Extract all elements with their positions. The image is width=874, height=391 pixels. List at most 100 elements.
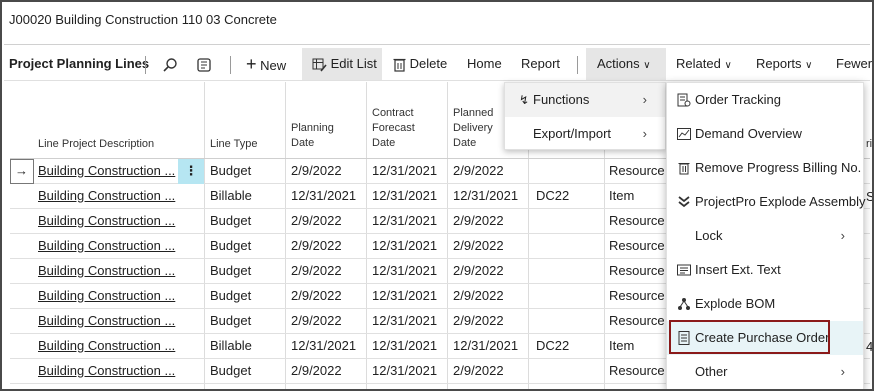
cell-planning-date: 2/9/2022 bbox=[291, 288, 342, 303]
delete-label: Delete bbox=[409, 56, 448, 71]
cell-planning-date: 2/9/2022 bbox=[291, 163, 342, 178]
cell-planning-date: 2/9/2022 bbox=[291, 213, 342, 228]
column-header-description[interactable]: Line Project Description bbox=[38, 137, 154, 152]
menu-item-functions[interactable]: ↯ Functions › bbox=[505, 83, 665, 117]
chevron-down-icon: ∨ bbox=[724, 60, 732, 71]
truncated-cell: S bbox=[866, 189, 874, 204]
header-line: Date bbox=[453, 137, 477, 149]
related-tab[interactable]: Related ∨ bbox=[676, 48, 732, 80]
cell-location bbox=[536, 359, 606, 384]
new-button[interactable]: + New bbox=[246, 48, 286, 80]
actions-tab[interactable]: Actions ∨ bbox=[586, 48, 666, 80]
report-tab[interactable]: Report bbox=[521, 48, 560, 80]
cell-description[interactable]: Building Construction ... bbox=[38, 159, 184, 184]
cell-planned-delivery-date: 2/9/2022 bbox=[453, 313, 504, 328]
cell-description[interactable]: Building Construction ... bbox=[38, 334, 184, 359]
menu-item-label: Order Tracking bbox=[695, 92, 781, 107]
trash-icon bbox=[393, 58, 406, 72]
menu-item-label: Other bbox=[695, 364, 728, 379]
actions-menu: ↯ Functions › Export/Import › bbox=[504, 82, 666, 150]
chevron-down-icon: ∨ bbox=[643, 60, 651, 71]
cell-line-type: Budget bbox=[210, 213, 252, 228]
chevron-right-icon: › bbox=[840, 228, 845, 243]
header-line: Planned bbox=[453, 107, 494, 119]
highlight-box bbox=[669, 320, 830, 354]
menu-item-label: Functions bbox=[533, 92, 590, 107]
menu-item-order-tracking[interactable]: Order Tracking bbox=[667, 83, 863, 117]
cell-line-type: Budget bbox=[210, 163, 252, 178]
menu-item-demand-overview[interactable]: Demand Overview bbox=[667, 117, 863, 151]
cell-planned-delivery-date: 2/9/2022 bbox=[453, 213, 504, 228]
column-header-contract-forecast-date[interactable]: Contract Forecast Date bbox=[372, 106, 415, 151]
edit-list-icon bbox=[312, 58, 327, 72]
reports-tab[interactable]: Reports ∨ bbox=[756, 48, 812, 80]
edit-list-button[interactable]: Edit List bbox=[302, 48, 382, 80]
menu-item-explode-bom[interactable]: Explode BOM bbox=[667, 287, 863, 321]
header-line: Date bbox=[372, 137, 396, 149]
menu-item-lock[interactable]: Lock › bbox=[667, 219, 863, 253]
menu-item-insert-ext-text[interactable]: Insert Ext. Text bbox=[667, 253, 863, 287]
cell-description[interactable]: Building Construction ... bbox=[38, 259, 184, 284]
cell-line-type: Budget bbox=[210, 313, 252, 328]
cell-location bbox=[536, 159, 606, 184]
cell-contract-forecast-date: 12/31/2021 bbox=[372, 163, 438, 178]
menu-item-projectpro-explode-assembly[interactable]: ProjectPro Explode Assembly bbox=[667, 185, 866, 219]
cell-planning-date: 2/9/2022 bbox=[291, 363, 342, 378]
cell-description[interactable]: Building Construction ... bbox=[38, 209, 184, 234]
column-header-planned-delivery-date[interactable]: Planned Delivery Date bbox=[453, 106, 493, 151]
row-actions-button[interactable]: ⋮ bbox=[178, 159, 204, 184]
menu-item-label: Explode BOM bbox=[695, 296, 776, 311]
search-button[interactable] bbox=[162, 48, 178, 80]
new-label: New bbox=[260, 58, 287, 73]
cell-type: Item bbox=[609, 188, 635, 203]
cell-location: DC22 bbox=[536, 338, 570, 353]
filter-pane-icon bbox=[197, 57, 211, 72]
menu-item-remove-progress-billing[interactable]: Remove Progress Billing No. bbox=[667, 151, 863, 185]
edit-list-label: Edit List bbox=[330, 56, 377, 71]
fewer-options-button[interactable]: Fewer o bbox=[836, 48, 872, 80]
toolbar-divider bbox=[577, 56, 578, 74]
menu-item-label: Insert Ext. Text bbox=[695, 262, 781, 277]
cell-description[interactable]: Building Construction ... bbox=[38, 359, 184, 384]
cell-location bbox=[536, 259, 606, 284]
menu-item-export-import[interactable]: Export/Import › bbox=[505, 117, 665, 151]
cell-planning-date: 12/31/2021 bbox=[291, 188, 357, 203]
cell-planned-delivery-date: 2/9/2022 bbox=[453, 288, 504, 303]
delete-button[interactable]: Delete bbox=[393, 48, 447, 80]
cell-contract-forecast-date: 12/31/2021 bbox=[372, 288, 438, 303]
cell-planned-delivery-date: 2/9/2022 bbox=[453, 238, 504, 253]
page-title: J00020 Building Construction 110 03 Conc… bbox=[9, 12, 277, 27]
header-line: Delivery bbox=[453, 122, 493, 134]
cell-description[interactable]: Building Construction ... bbox=[38, 184, 184, 209]
chevron-down-icon: ∨ bbox=[805, 60, 813, 71]
cell-planning-date: 2/9/2022 bbox=[291, 263, 342, 278]
section-title: Project Planning Lines bbox=[9, 56, 150, 71]
chart-icon bbox=[677, 128, 691, 140]
double-chevron-down-icon bbox=[678, 196, 690, 208]
chevron-right-icon: › bbox=[642, 92, 647, 107]
cell-description[interactable]: Building Construction ... bbox=[38, 284, 184, 309]
column-header-planning-date[interactable]: Planning Date bbox=[291, 121, 334, 151]
cell-planned-delivery-date: 2/9/2022 bbox=[453, 363, 504, 378]
toolbar-divider-line bbox=[4, 80, 870, 81]
filter-pane-button[interactable] bbox=[196, 48, 212, 80]
chevron-right-icon: › bbox=[642, 126, 647, 141]
actions-label: Actions bbox=[597, 56, 640, 71]
reports-label: Reports bbox=[756, 56, 802, 71]
header-line: Contract bbox=[372, 107, 414, 119]
cell-location bbox=[536, 234, 606, 259]
chevron-right-icon: › bbox=[840, 364, 845, 379]
action-bar: Project Planning Lines + New Edit List D… bbox=[2, 48, 872, 80]
cell-description[interactable]: Building Construction ... bbox=[38, 234, 184, 259]
cell-type: Item bbox=[609, 338, 635, 353]
header-divider bbox=[4, 44, 870, 45]
home-tab[interactable]: Home bbox=[467, 48, 502, 80]
menu-item-other[interactable]: Other › bbox=[667, 355, 863, 389]
cell-description[interactable]: Building Construction ... bbox=[38, 309, 184, 334]
column-header-line-type[interactable]: Line Type bbox=[210, 137, 258, 152]
cell-line-type: Budget bbox=[210, 363, 252, 378]
cell-type: Resource bbox=[609, 313, 665, 328]
menu-item-label: ProjectPro Explode Assembly bbox=[695, 194, 866, 209]
truncated-cell: 4 bbox=[866, 339, 874, 354]
cell-type: Resource bbox=[609, 238, 665, 253]
